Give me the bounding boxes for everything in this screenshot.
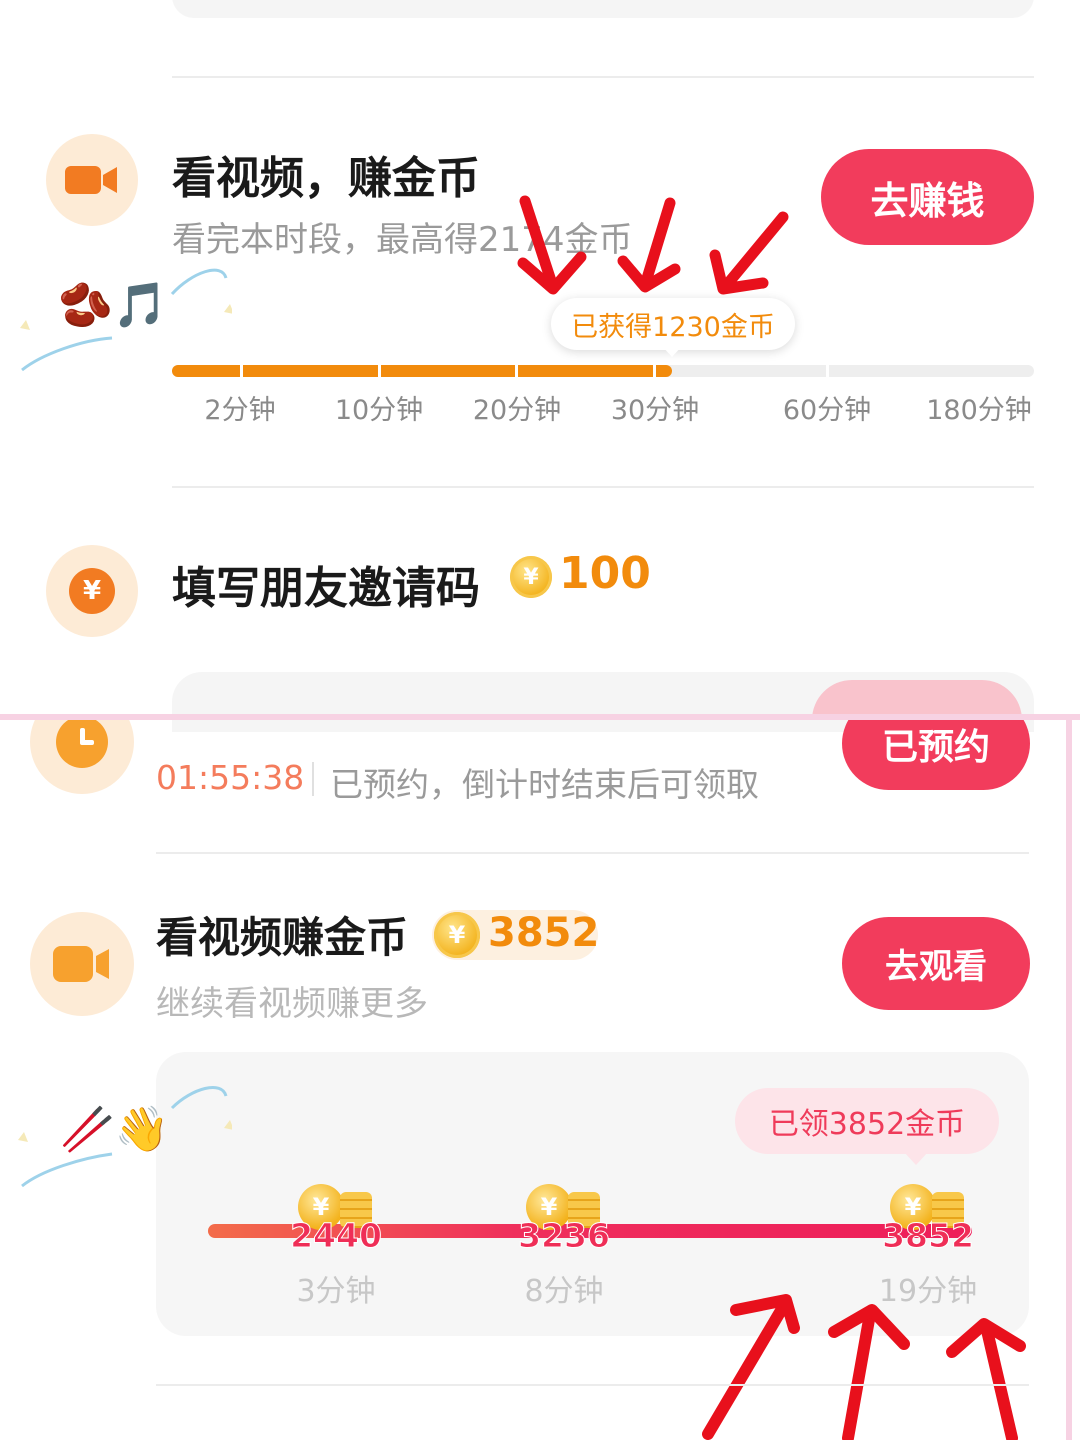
divider: [156, 1384, 1029, 1386]
yuan-coin-icon: ¥: [46, 545, 138, 637]
tick-label: 60分钟: [782, 395, 872, 426]
milestone-coins: 3852: [882, 1216, 975, 1256]
tick-label: 20分钟: [472, 395, 562, 426]
clock-icon: [30, 720, 134, 794]
frame-top-border: [0, 714, 1080, 720]
invite-title: 填写朋友邀请码: [172, 563, 480, 614]
claimed-coins-bubble: 已领3852金币: [735, 1088, 999, 1154]
watch-title: 看视频赚金币: [156, 913, 409, 962]
watch-reward: 3852: [488, 910, 600, 956]
decorative-swoosh-icon: [18, 1086, 232, 1188]
divider: [172, 76, 1034, 78]
annotation-arrows-down: [517, 195, 789, 295]
frame-right-border: [1066, 714, 1072, 1440]
milestone-time: 8分钟: [524, 1274, 604, 1309]
video-camera-icon: [46, 134, 138, 226]
milestone-coins: 3236: [518, 1216, 611, 1256]
task-title: 看视频，赚金币: [172, 153, 480, 204]
progress-separator: [515, 365, 518, 377]
yuan-symbol: ¥: [69, 568, 115, 614]
progress-separator: [653, 365, 656, 377]
decorative-swoosh-icon: [20, 268, 232, 372]
tick-label: 10分钟: [334, 395, 424, 426]
countdown-timer: 01:55:38: [156, 758, 305, 797]
progress-separator: [240, 365, 243, 377]
milestone-time: 3分钟: [296, 1274, 376, 1309]
milestone-coins: 2440: [290, 1216, 383, 1256]
bubble-pointer: [904, 1152, 928, 1165]
tick-label: 2分钟: [204, 395, 276, 426]
coin-icon: ¥: [434, 912, 480, 958]
tick-label: 30分钟: [610, 395, 700, 426]
annotation-arrows-up: [702, 1294, 1026, 1440]
reserve-status: 已预约，倒计时结束后可领取: [330, 765, 759, 804]
earn-money-button[interactable]: 去赚钱: [821, 149, 1034, 245]
separator: [312, 762, 314, 796]
progress-separator: [826, 365, 829, 377]
invite-reward: 100: [559, 548, 651, 599]
watch-subtitle: 继续看视频赚更多: [156, 984, 428, 1024]
bubble-pointer: [662, 346, 682, 357]
earned-coins-bubble: 已获得1230金币: [551, 298, 795, 350]
tick-label: 180分钟: [926, 395, 1032, 426]
progress-fill: [172, 365, 672, 377]
divider: [156, 852, 1029, 854]
watch-button[interactable]: 去观看: [842, 917, 1030, 1010]
video-camera-icon: [30, 912, 134, 1016]
progress-separator: [378, 365, 381, 377]
divider: [172, 486, 1034, 488]
previous-task-card: [172, 0, 1034, 18]
coin-icon: ¥: [510, 556, 552, 598]
